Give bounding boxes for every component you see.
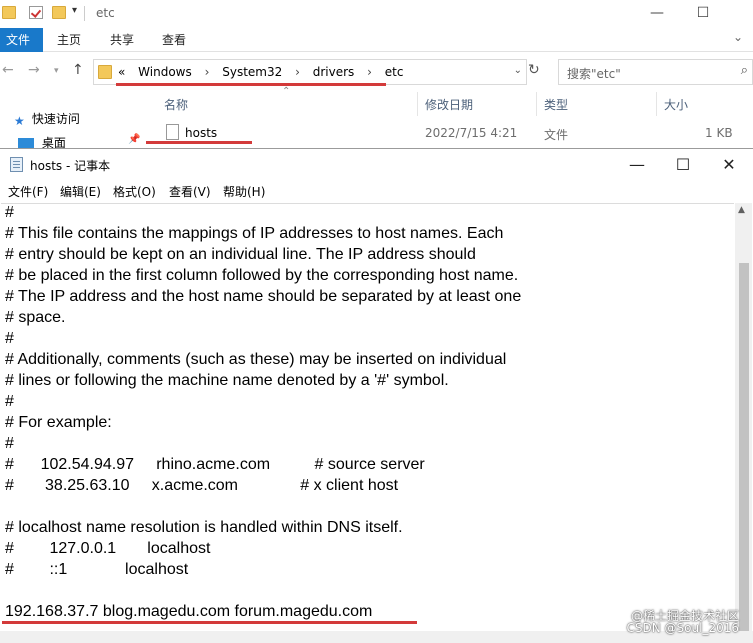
search-icon[interactable]: ⌕ (741, 63, 748, 78)
address-highlight-underline (116, 83, 386, 86)
address-row: ← → ▾ ↑ « Windows › System32 › drivers ›… (0, 56, 753, 88)
column-type[interactable]: 类型 (544, 96, 568, 113)
minimize-button[interactable]: — (614, 153, 660, 177)
pin-icon[interactable]: 📌 (128, 134, 140, 145)
notepad-icon (10, 157, 23, 172)
column-headers: ⌃ 名称 修改日期 类型 大小 (156, 86, 753, 116)
tab-view[interactable]: 查看 (152, 28, 196, 52)
text-line: # entry should be kept on an individual … (5, 246, 476, 263)
menu-file[interactable]: 文件(F) (8, 183, 48, 200)
watermark-csdn: CSDN @Soul_2016 (626, 621, 739, 635)
close-button[interactable]: ✕ (706, 153, 752, 177)
folder-icon (2, 6, 16, 19)
file-highlight-underline (146, 141, 252, 144)
nav-quick-access-label: 快速访问 (31, 112, 80, 126)
file-type: 文件 (544, 128, 569, 142)
tab-file[interactable]: 文件 (0, 28, 43, 52)
scroll-up-icon[interactable]: ▲ (738, 205, 745, 215)
column-name[interactable]: 名称 (164, 96, 188, 113)
text-line: # This file contains the mappings of IP … (5, 225, 504, 242)
notepad-title: hosts - 记事本 (30, 159, 111, 173)
forward-icon[interactable]: → (28, 62, 40, 78)
host-entry-highlight-underline (2, 621, 417, 624)
column-modified[interactable]: 修改日期 (425, 96, 473, 113)
breadcrumb-etc[interactable]: etc (385, 65, 404, 79)
text-line: # 127.0.0.1 localhost (5, 540, 211, 557)
notepad-window: hosts - 记事本 — ☐ ✕ 文件(F) 编辑(E) 格式(O) 查看(V… (0, 148, 753, 643)
minimize-button[interactable]: — (634, 2, 680, 24)
customize-toolbar-icon[interactable]: ▾ (72, 5, 77, 16)
search-box[interactable]: 搜索"etc" ⌕ (558, 59, 753, 85)
up-icon[interactable]: ↑ (72, 62, 84, 78)
new-folder-icon[interactable] (52, 6, 66, 19)
maximize-button[interactable]: ☐ (660, 153, 706, 177)
breadcrumb-windows[interactable]: Windows (138, 65, 192, 79)
text-line: # be placed in the first column followed… (5, 267, 519, 284)
text-line: # localhost name resolution is handled w… (5, 519, 403, 536)
toolbar-divider (84, 6, 85, 21)
breadcrumb-system32[interactable]: System32 (222, 65, 282, 79)
text-line: # (5, 435, 14, 452)
star-icon: ★ (14, 113, 25, 128)
text-line: # Additionally, comments (such as these)… (5, 351, 507, 368)
text-line: # ::1 localhost (5, 561, 189, 578)
expand-ribbon-icon[interactable]: ⌄ (733, 30, 743, 44)
vertical-scrollbar[interactable]: ▲ (735, 203, 752, 631)
file-name[interactable]: hosts (185, 126, 217, 140)
nav-quick-access[interactable]: ★ 快速访问 (14, 110, 80, 128)
text-line: # For example: (5, 414, 112, 431)
menu-bar: 文件(F) 编辑(E) 格式(O) 查看(V) 帮助(H) (0, 180, 753, 202)
text-line: # The IP address and the host name shoul… (5, 288, 522, 305)
file-modified: 2022/7/15 4:21 (425, 126, 518, 140)
properties-icon[interactable] (29, 6, 43, 19)
text-line: # (5, 393, 14, 410)
text-line: # space. (5, 309, 66, 326)
chevron-right-icon[interactable]: › (295, 65, 300, 79)
file-explorer-window: ▾ etc — ☐ 文件 主页 共享 查看 ⌄ ← → ▾ ↑ « Window… (0, 0, 753, 152)
chevron-down-icon[interactable]: ⌄ (514, 65, 522, 76)
text-line: # (5, 204, 14, 221)
folder-icon (98, 65, 112, 79)
notepad-title-bar: hosts - 记事本 — ☐ ✕ (0, 149, 753, 180)
chevron-right-icon[interactable]: › (205, 65, 210, 79)
menu-help[interactable]: 帮助(H) (223, 183, 265, 200)
breadcrumb-drivers[interactable]: drivers (313, 65, 355, 79)
window-title: etc (96, 6, 115, 20)
text-line: # 38.25.63.10 x.acme.com # x client host (5, 477, 399, 494)
text-line: # 102.54.94.97 rhino.acme.com # source s… (5, 456, 425, 473)
breadcrumb: « Windows › System32 › drivers › etc (118, 65, 412, 79)
recent-locations-icon[interactable]: ▾ (54, 66, 59, 76)
tab-share[interactable]: 共享 (100, 28, 144, 52)
chevron-right-icon[interactable]: › (367, 65, 372, 79)
text-line: # lines or following the machine name de… (5, 372, 449, 389)
text-line: # (5, 330, 14, 347)
column-divider[interactable] (656, 92, 657, 116)
search-input[interactable]: 搜索"etc" (567, 65, 621, 82)
menu-view[interactable]: 查看(V) (169, 183, 211, 200)
menu-format[interactable]: 格式(O) (113, 183, 156, 200)
breadcrumb-overflow[interactable]: « (118, 65, 125, 79)
column-size[interactable]: 大小 (664, 96, 688, 113)
sort-ascending-icon: ⌃ (282, 86, 291, 97)
maximize-button[interactable]: ☐ (680, 2, 726, 24)
ribbon: 文件 主页 共享 查看 ⌄ (0, 28, 753, 52)
menu-edit[interactable]: 编辑(E) (60, 183, 101, 200)
scrollbar-thumb[interactable] (739, 263, 749, 631)
back-icon[interactable]: ← (2, 62, 14, 78)
refresh-icon[interactable]: ↻ (528, 62, 540, 78)
navigation-pane: ★ 快速访问 桌面 📌 (0, 104, 150, 152)
text-editor[interactable]: # # This file contains the mappings of I… (1, 203, 734, 631)
file-size: 1 KB (705, 126, 733, 140)
file-icon (166, 124, 179, 140)
column-divider[interactable] (417, 92, 418, 116)
column-divider[interactable] (536, 92, 537, 116)
address-bar[interactable]: « Windows › System32 › drivers › etc ⌄ (93, 59, 527, 85)
tab-home[interactable]: 主页 (47, 28, 91, 52)
title-bar: ▾ etc — ☐ (0, 0, 753, 27)
